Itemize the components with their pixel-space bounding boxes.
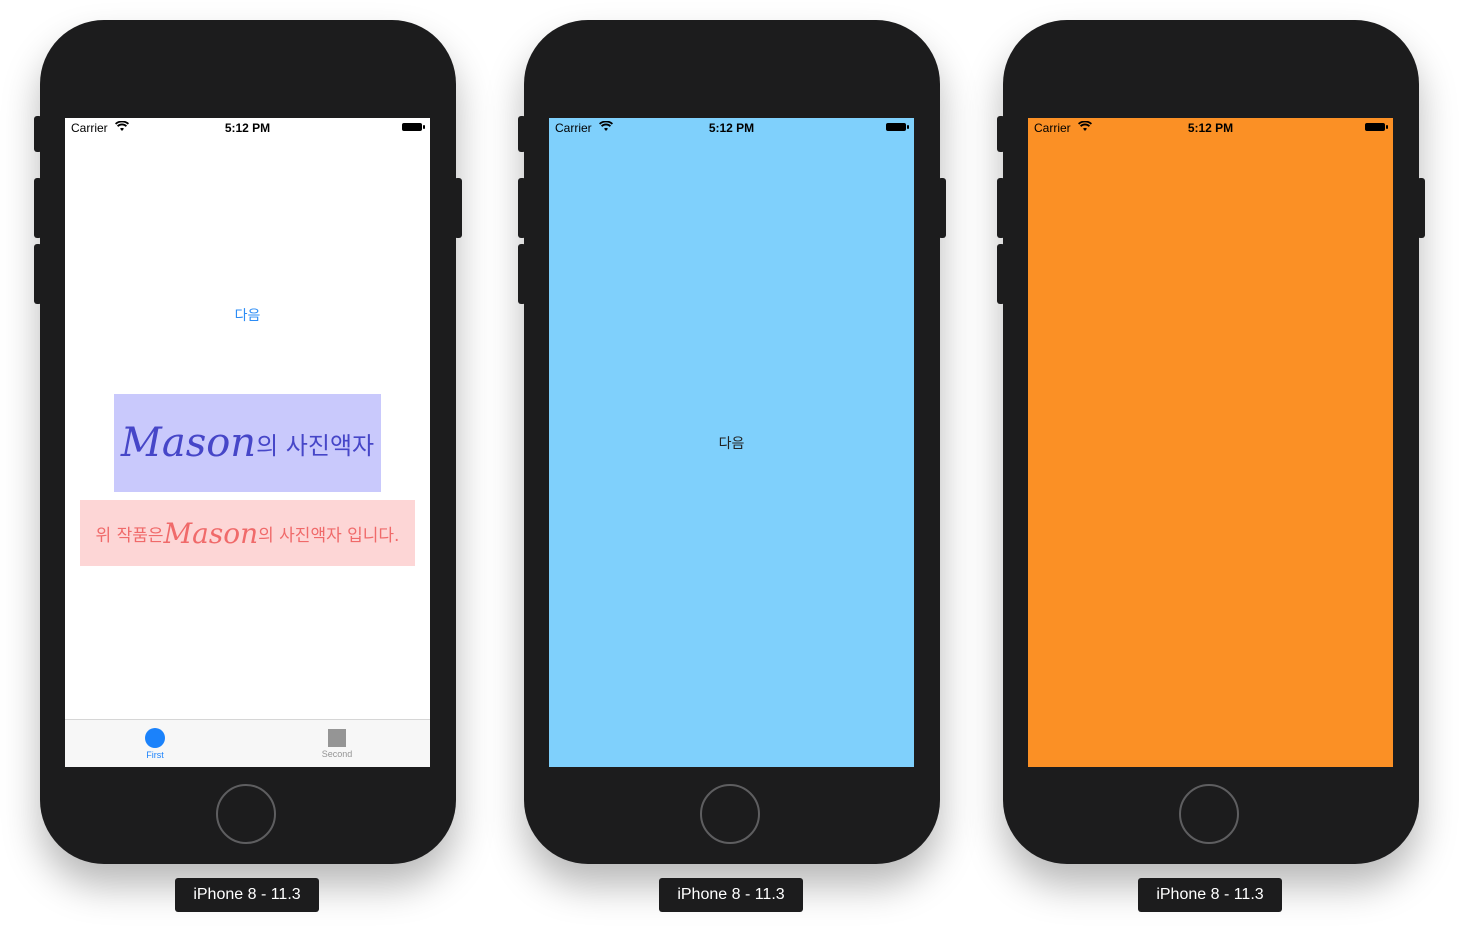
title-korean-text: 의 사진액자 bbox=[256, 431, 375, 460]
volume-up-button bbox=[518, 178, 526, 238]
battery-icon bbox=[886, 123, 909, 131]
next-button[interactable]: 다음 bbox=[65, 305, 430, 325]
volume-up-button bbox=[34, 178, 42, 238]
subtitle-suffix-text: 의 사진액자 입니다. bbox=[258, 525, 400, 546]
device-caption-2: iPhone 8 - 11.3 bbox=[659, 878, 803, 912]
status-bar: Carrier 5:12 PM bbox=[549, 118, 914, 138]
home-button[interactable] bbox=[216, 784, 276, 844]
device-caption-1: iPhone 8 - 11.3 bbox=[175, 878, 319, 912]
next-button[interactable]: 다음 bbox=[549, 433, 914, 453]
device-frame-2: Carrier 5:12 PM 다음 bbox=[518, 20, 946, 864]
subtitle-script-text: Mason bbox=[163, 516, 259, 550]
power-button bbox=[1417, 178, 1425, 238]
volume-down-button bbox=[34, 244, 42, 304]
mute-switch bbox=[34, 116, 42, 152]
subtitle-label: 위 작품은 Mason 의 사진액자 입니다. bbox=[80, 500, 415, 566]
title-script-text: Mason bbox=[120, 420, 257, 466]
status-time: 5:12 PM bbox=[224, 121, 271, 135]
square-icon bbox=[328, 729, 346, 747]
device-frame-1: Carrier 5:12 PM 다음 Mason 의 사진액자 위 작품은 Mas… bbox=[34, 20, 462, 864]
tab-first-label: First bbox=[146, 750, 164, 760]
battery-icon bbox=[1365, 123, 1388, 131]
status-bar: Carrier 5:12 PM bbox=[1028, 118, 1393, 138]
volume-down-button bbox=[997, 244, 1005, 304]
power-button bbox=[454, 178, 462, 238]
mute-switch bbox=[997, 116, 1005, 152]
volume-down-button bbox=[518, 244, 526, 304]
screen-first: Carrier 5:12 PM 다음 Mason 의 사진액자 위 작품은 Mas… bbox=[65, 118, 430, 767]
device-caption-3: iPhone 8 - 11.3 bbox=[1138, 878, 1282, 912]
mute-switch bbox=[518, 116, 526, 152]
power-button bbox=[938, 178, 946, 238]
home-button[interactable] bbox=[1179, 784, 1239, 844]
device-frame-3: Carrier 5:12 PM bbox=[997, 20, 1425, 864]
tab-second[interactable]: Second bbox=[277, 720, 397, 767]
tab-second-label: Second bbox=[321, 749, 353, 759]
subtitle-prefix-text: 위 작품은 bbox=[95, 525, 164, 546]
screen-second: Carrier 5:12 PM 다음 bbox=[549, 118, 914, 767]
circle-icon bbox=[145, 728, 165, 748]
title-label: Mason 의 사진액자 bbox=[114, 394, 381, 492]
tab-bar: First Second bbox=[65, 719, 430, 767]
status-bar: Carrier 5:12 PM bbox=[65, 118, 430, 138]
status-time: 5:12 PM bbox=[708, 121, 755, 135]
screen-third: Carrier 5:12 PM bbox=[1028, 118, 1393, 767]
status-time: 5:12 PM bbox=[1187, 121, 1234, 135]
home-button[interactable] bbox=[700, 784, 760, 844]
tab-first[interactable]: First bbox=[95, 720, 215, 767]
battery-icon bbox=[402, 123, 425, 131]
volume-up-button bbox=[997, 178, 1005, 238]
